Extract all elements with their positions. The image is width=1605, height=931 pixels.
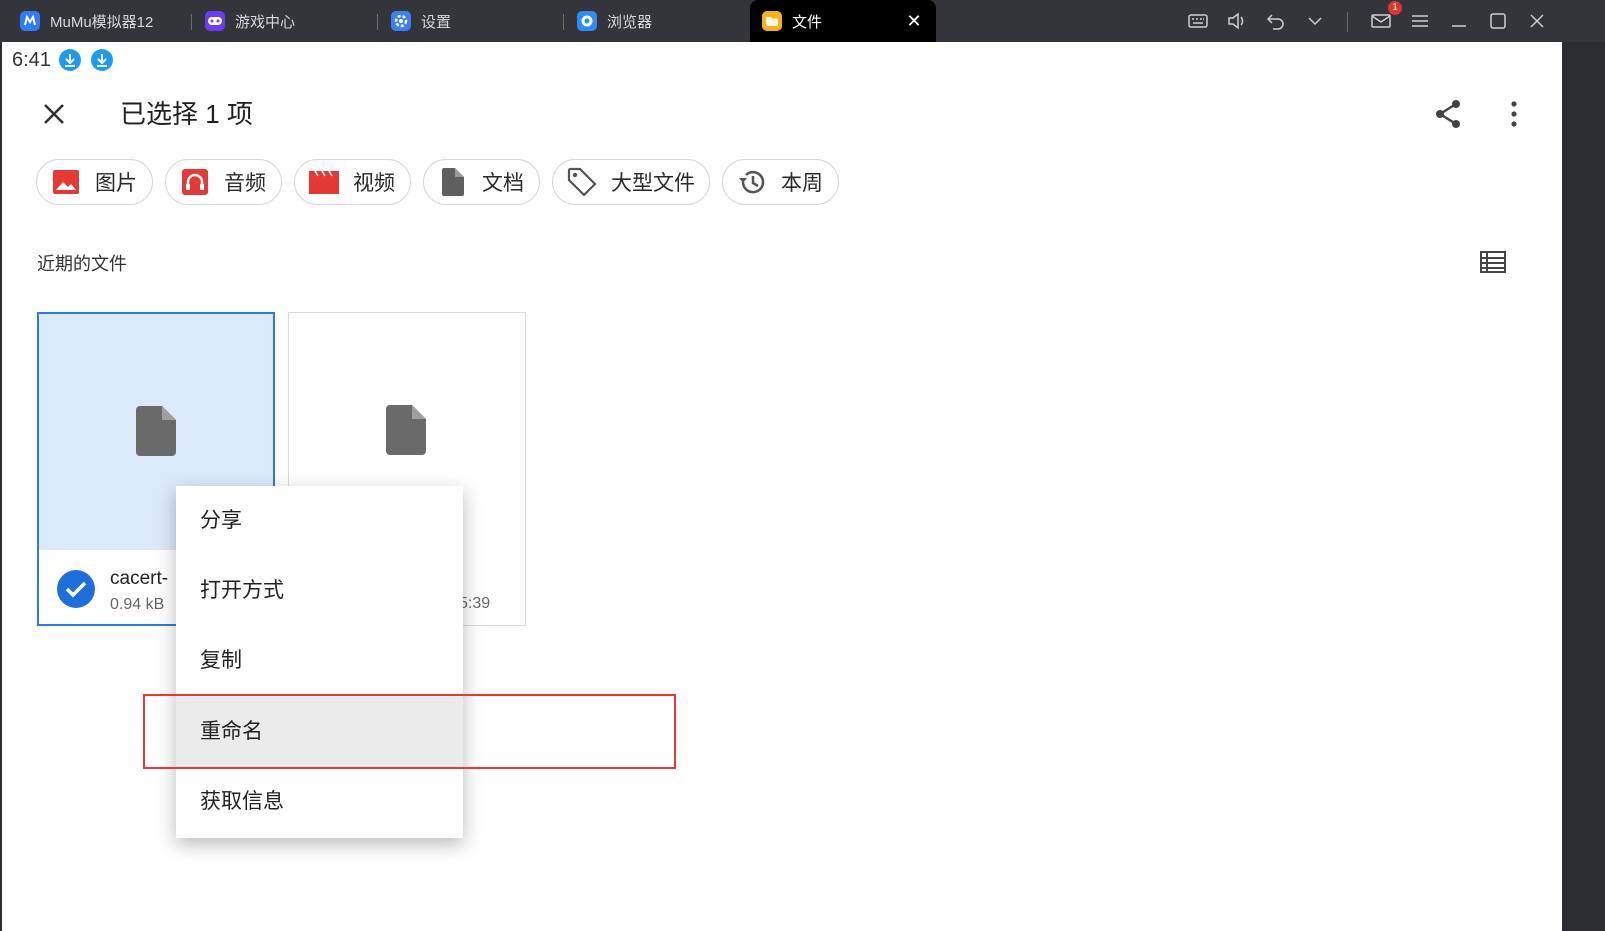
tab-settings[interactable]: 设置 [391,0,451,42]
list-view-icon[interactable] [1478,248,1508,276]
context-menu: 分享 打开方式 复制 重命名 获取信息 [176,486,463,838]
status-time: 6:41 [12,48,51,71]
file-size: 0.94 kB [110,596,165,613]
close-selection-icon[interactable] [36,96,72,132]
chevron-down-icon[interactable] [1303,9,1327,33]
tab-separator [377,14,378,30]
chip-video[interactable]: 视频 [294,159,411,205]
chip-label: 音频 [224,172,266,195]
undo-icon[interactable] [1264,9,1288,33]
android-screen: 6:41 已选择 1 项 图片 音频 视频 文档 大型文件 本周 近期的文件 c… [2,42,1562,931]
menu-icon[interactable] [1408,9,1432,33]
gamepad-icon [205,11,225,31]
chip-label: 本周 [781,172,823,195]
chip-this-week[interactable]: 本周 [722,159,839,205]
more-options-icon[interactable] [1496,96,1532,132]
chip-label: 视频 [353,172,395,195]
tab-separator [191,14,192,30]
menu-item-open-with[interactable]: 打开方式 [176,556,463,626]
highlight-box [143,694,676,769]
chip-documents[interactable]: 文档 [423,159,540,205]
toolbar-separator [1347,12,1348,32]
page-title: 已选择 1 项 [120,99,253,129]
file-icon [386,405,426,455]
tab-separator [563,14,564,30]
menu-item-get-info[interactable]: 获取信息 [176,767,463,837]
volume-icon[interactable] [1225,9,1249,33]
tab-files[interactable]: 文件 ✕ [750,0,936,42]
keyboard-icon[interactable] [1186,9,1210,33]
selected-check-icon[interactable] [57,570,95,608]
maximize-icon[interactable] [1486,9,1510,33]
tab-browser[interactable]: 浏览器 [577,0,652,42]
document-icon [438,167,468,197]
tab-label: 游戏中心 [235,13,296,31]
image-icon [51,167,81,197]
browser-icon [577,11,597,31]
file-name: cacert- [110,568,169,589]
emulator-side-strip [1562,42,1605,931]
menu-item-copy[interactable]: 复制 [176,626,463,696]
file-time: 5:39 [459,595,491,612]
settings-gear-icon [391,11,411,31]
download-notification-icon [58,49,81,71]
chip-audio[interactable]: 音频 [165,159,282,205]
chip-label: 图片 [95,172,137,195]
emulator-title-bar: MuMu模拟器12 游戏中心 设置 浏览器 文件 ✕ 1 [0,0,1605,42]
chip-label: 大型文件 [611,172,695,195]
history-icon [737,167,767,197]
close-window-icon[interactable] [1525,9,1549,33]
tab-label: 设置 [421,13,452,31]
tab-label: MuMu模拟器12 [50,13,154,31]
chip-large-files[interactable]: 大型文件 [552,159,710,205]
minimize-icon[interactable] [1447,9,1471,33]
file-icon [136,406,176,456]
tab-label: 文件 [792,13,823,31]
folder-icon [762,11,782,31]
chip-images[interactable]: 图片 [36,159,153,205]
tag-icon [567,167,597,197]
mail-badge: 1 [1388,1,1402,15]
share-icon[interactable] [1430,96,1466,132]
menu-item-share[interactable]: 分享 [176,486,463,556]
close-tab-icon[interactable]: ✕ [904,11,924,31]
tab-mumu[interactable]: MuMu模拟器12 [20,0,153,42]
section-title: 近期的文件 [37,254,127,274]
clapperboard-icon [309,167,339,197]
mumu-logo-icon [20,11,40,31]
headphones-icon [180,167,210,197]
tab-label: 浏览器 [607,13,653,31]
tab-game-center[interactable]: 游戏中心 [205,0,295,42]
chip-label: 文档 [482,172,524,195]
download-notification-icon [90,49,113,71]
status-bar: 6:41 [12,48,123,72]
